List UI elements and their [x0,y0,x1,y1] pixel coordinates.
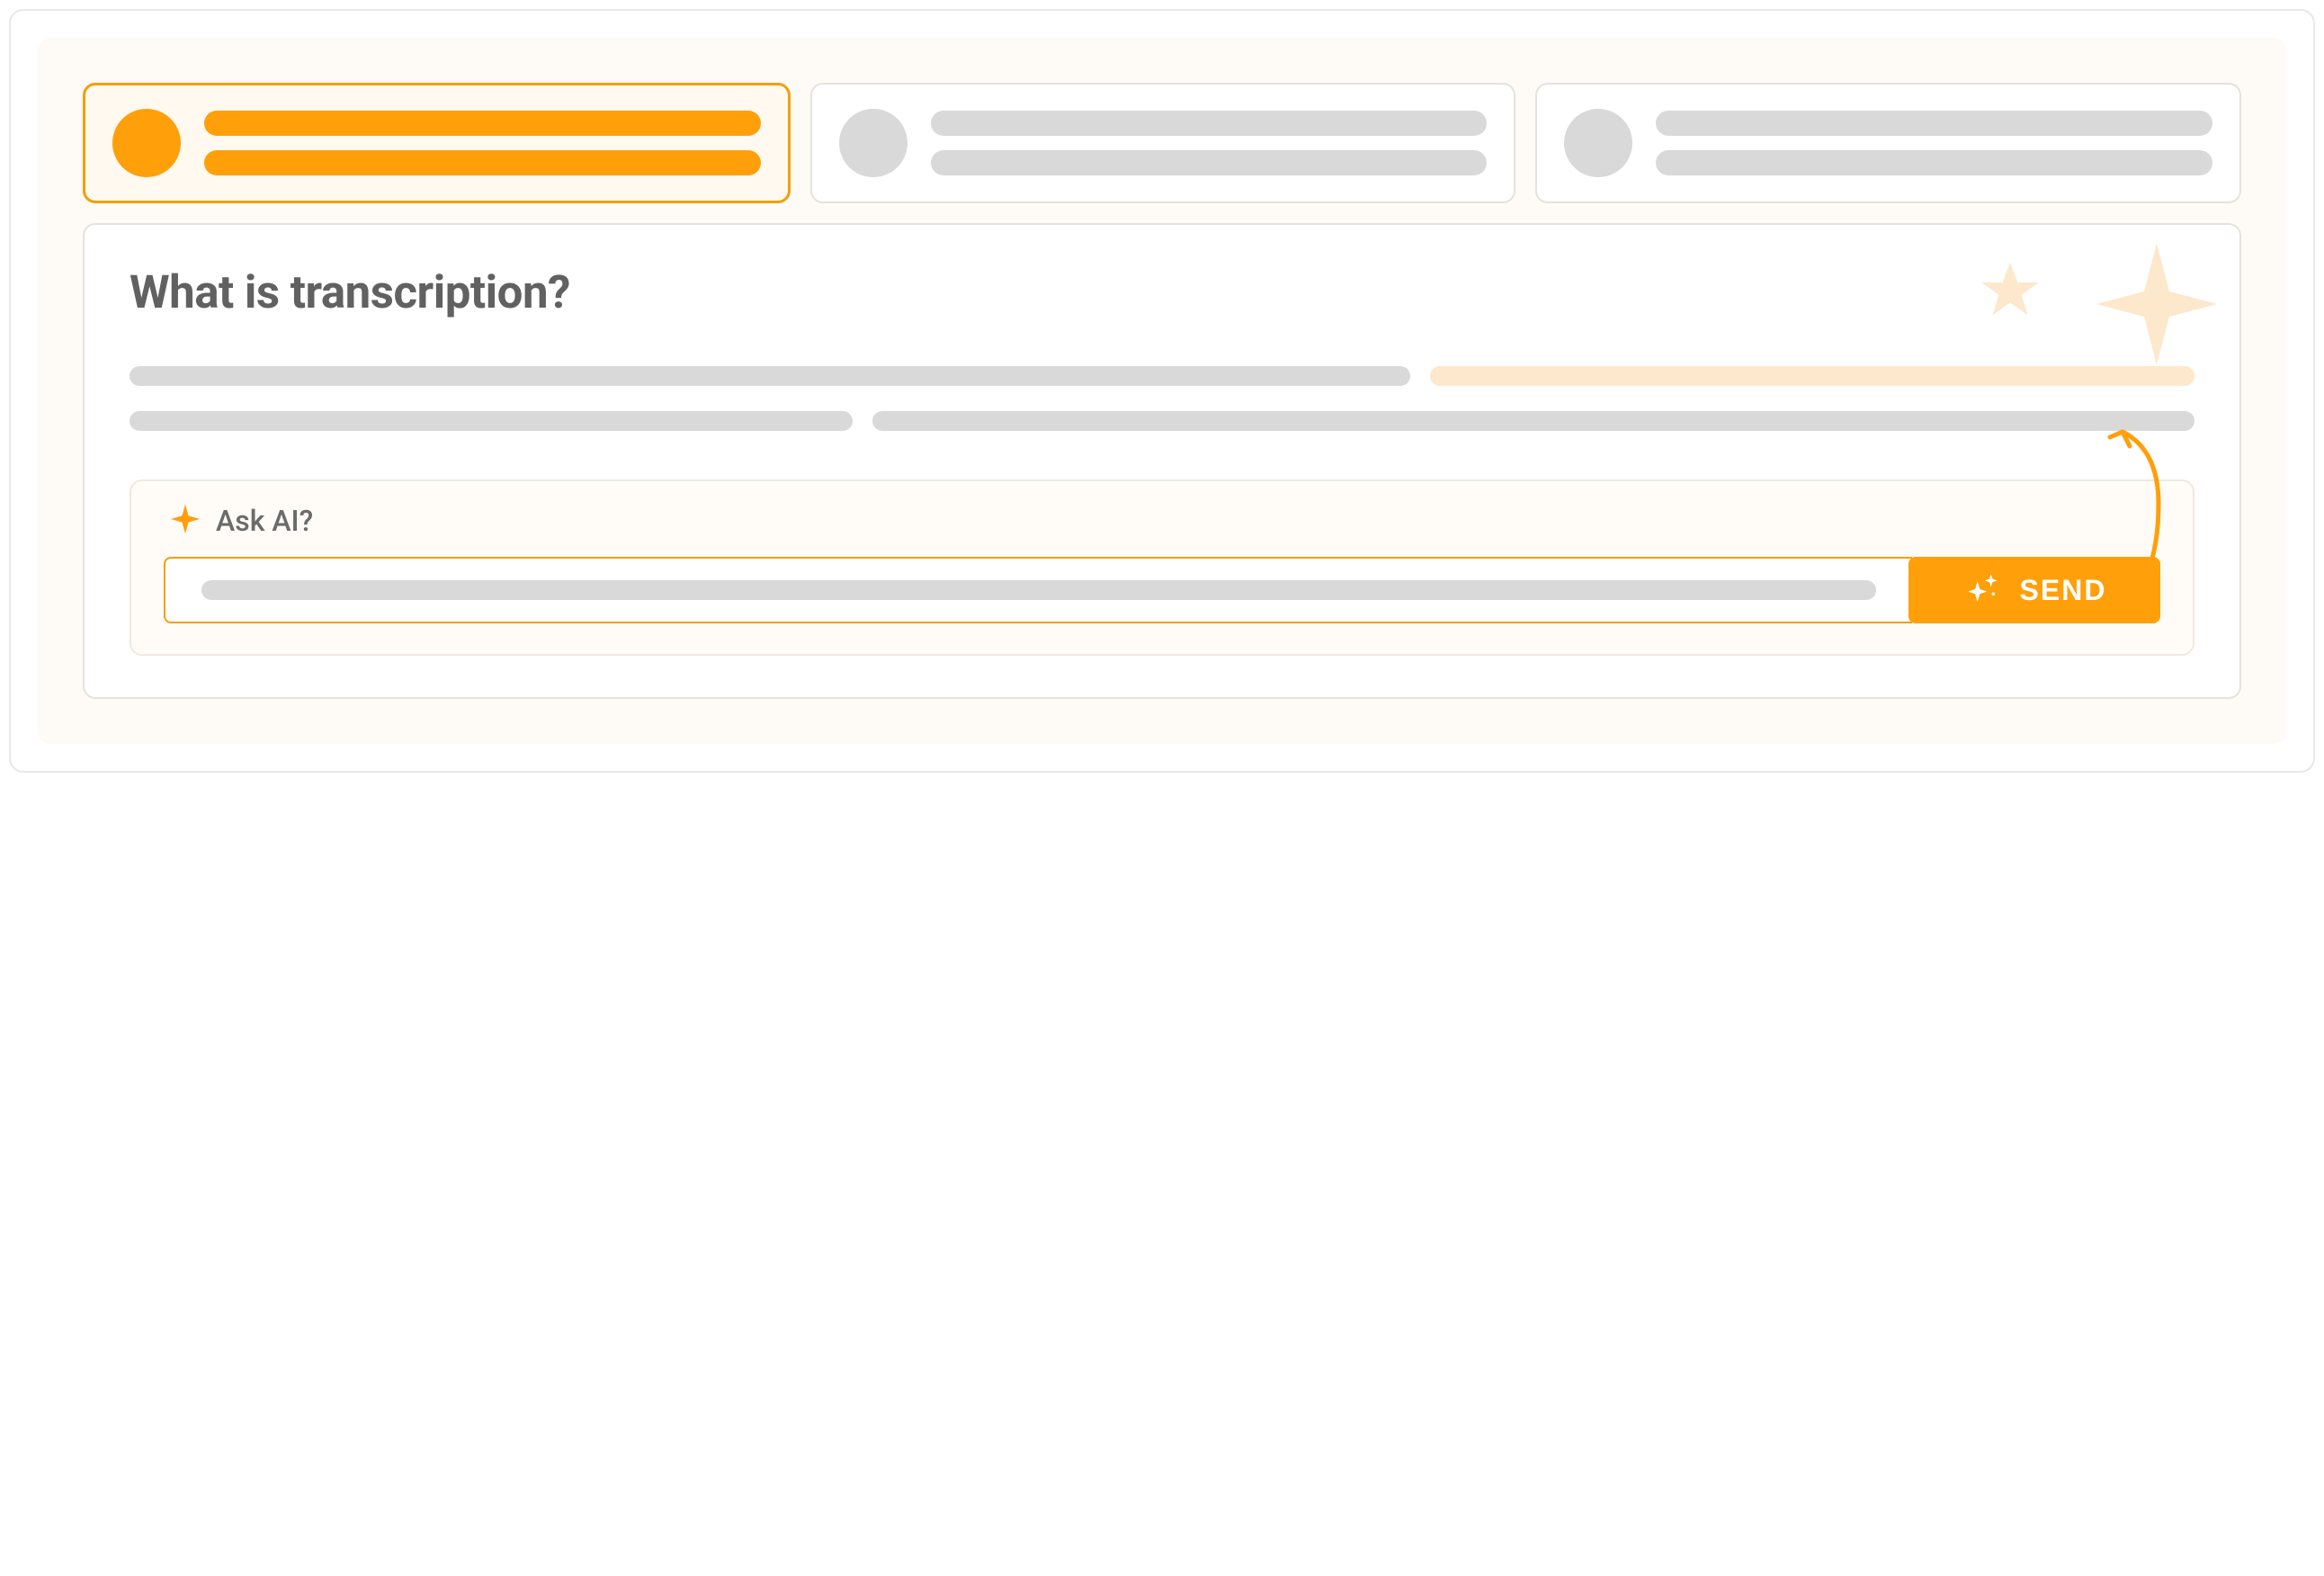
page-container: What is transcription? [38,38,2286,744]
content-body [130,366,2194,431]
tab-line-placeholder [931,150,1488,175]
content-heading: What is transcription? [130,266,2194,319]
tab-card-1[interactable] [83,83,791,203]
sparkle-icon [169,503,201,539]
body-row [130,411,2194,431]
sparkles-icon [1962,569,2002,612]
text-placeholder [130,411,853,431]
tab-line-placeholder [931,111,1488,136]
ask-input[interactable] [164,557,1912,623]
send-button[interactable]: SEND [1908,557,2160,623]
input-placeholder [201,580,1876,600]
tab-card-2[interactable] [810,83,1516,203]
ask-header: Ask AI? [169,503,2160,539]
text-placeholder [872,411,2194,431]
tab-line-placeholder [204,111,761,136]
text-highlight [1430,366,2194,386]
tab-avatar [1564,109,1632,177]
text-placeholder [130,366,1410,386]
tab-avatar [839,109,907,177]
ask-ai-panel: Ask AI? SEND [130,479,2194,656]
tab-lines [204,111,761,175]
ask-title: Ask AI? [216,504,313,538]
content-panel: What is transcription? [83,223,2241,699]
tab-lines [931,111,1488,175]
send-label: SEND [2020,574,2107,607]
star-small-icon [1979,257,2042,324]
star-large-icon [2094,241,2220,371]
ask-input-row: SEND [164,557,2160,623]
tab-line-placeholder [1656,150,2212,175]
tab-line-placeholder [1656,111,2212,136]
tabs-row [83,83,2241,203]
body-row [130,366,2194,386]
tab-lines [1656,111,2212,175]
tab-card-3[interactable] [1535,83,2241,203]
outer-frame: What is transcription? [9,9,2315,773]
tab-avatar [112,109,181,177]
tab-line-placeholder [204,150,761,175]
